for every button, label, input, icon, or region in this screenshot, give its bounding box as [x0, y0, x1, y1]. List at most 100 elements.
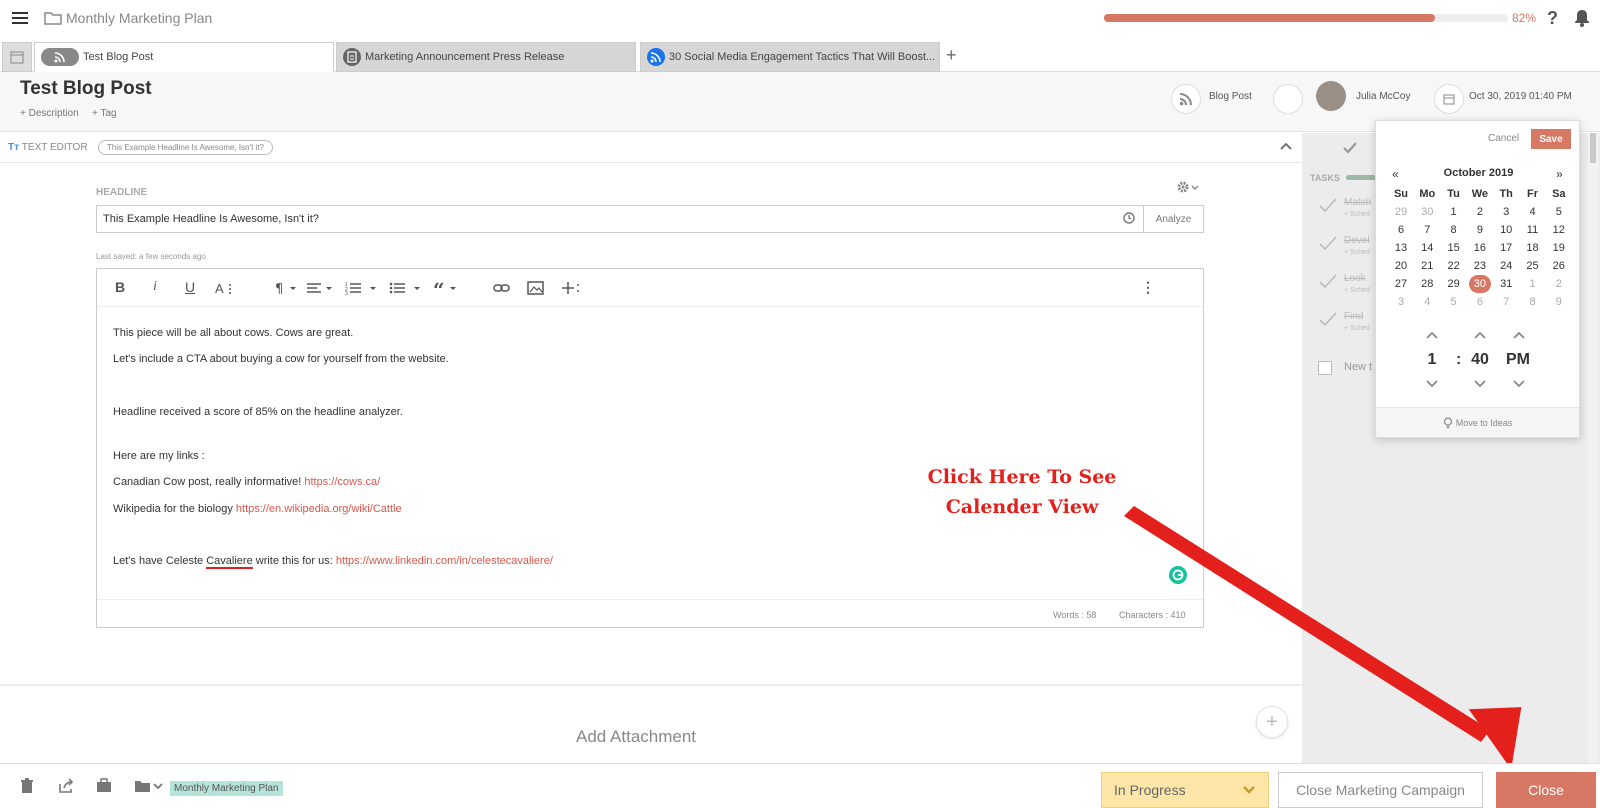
italic-button[interactable]: i — [153, 279, 157, 295]
calendar-day[interactable]: 29 — [1388, 203, 1414, 221]
task-item[interactable]: Find + Sched — [1318, 311, 1370, 332]
calendar-day[interactable]: 6 — [1388, 221, 1414, 239]
calendar-day[interactable]: 5 — [1441, 293, 1467, 311]
insert-more-icon[interactable] — [561, 281, 581, 295]
calendar-day[interactable]: 26 — [1546, 257, 1572, 275]
rich-text-editor[interactable]: B i U A ¶ 123 “ ⋮ This piece will be all… — [96, 268, 1204, 628]
image-icon[interactable] — [527, 281, 545, 295]
align-icon[interactable] — [307, 281, 335, 295]
calendar-day[interactable]: 18 — [1520, 239, 1546, 257]
minute-up-icon[interactable] — [1473, 331, 1487, 340]
calendar-day[interactable]: 4 — [1520, 203, 1546, 221]
add-tag-link[interactable]: + Tag — [92, 108, 117, 119]
headline-input[interactable] — [96, 205, 1144, 233]
calendar-day[interactable]: 29 — [1441, 275, 1467, 293]
link-wikipedia[interactable]: https://en.wikipedia.org/wiki/Cattle — [236, 503, 402, 515]
grammarly-icon[interactable] — [1169, 566, 1187, 584]
plan-title[interactable]: Monthly Marketing Plan — [66, 10, 212, 26]
add-attachment-button[interactable]: + — [1256, 706, 1288, 738]
minute-value[interactable]: 40 — [1462, 351, 1498, 369]
ampm-up-icon[interactable] — [1512, 331, 1526, 340]
calendar-day[interactable]: 16 — [1467, 239, 1493, 257]
add-attachment-label[interactable]: Add Attachment — [576, 727, 696, 747]
link-icon[interactable] — [493, 281, 511, 295]
close-button[interactable]: Close — [1496, 772, 1596, 808]
add-description-link[interactable]: + Description — [20, 108, 79, 119]
calendar-day[interactable]: 2 — [1546, 275, 1572, 293]
calendar-day[interactable]: 12 — [1546, 221, 1572, 239]
move-to-ideas-button[interactable]: Move to Ideas — [1376, 407, 1579, 437]
add-tab-button[interactable]: + — [946, 45, 957, 66]
calendar-day[interactable]: 13 — [1388, 239, 1414, 257]
calendar-icon[interactable] — [1434, 84, 1464, 114]
calendar-day[interactable]: 1 — [1441, 203, 1467, 221]
help-icon[interactable]: ? — [1547, 8, 1558, 29]
briefcase-icon[interactable] — [96, 778, 112, 794]
tab-press-release[interactable]: Marketing Announcement Press Release — [336, 42, 636, 72]
collapse-chevron-icon[interactable] — [1280, 141, 1292, 151]
history-icon[interactable] — [1122, 211, 1136, 225]
owner-name[interactable]: Julia McCoy — [1356, 91, 1410, 102]
bold-button[interactable]: B — [115, 279, 125, 295]
bell-icon[interactable] — [1574, 9, 1590, 27]
close-marketing-campaign-button[interactable]: Close Marketing Campaign — [1278, 772, 1483, 808]
calendar-day[interactable]: 7 — [1414, 221, 1440, 239]
calendar-day[interactable]: 25 — [1520, 257, 1546, 275]
calendar-day[interactable]: 2 — [1467, 203, 1493, 221]
calendar-day-selected[interactable]: 30 — [1467, 275, 1493, 293]
tab-social-media[interactable]: 30 Social Media Engagement Tactics That … — [640, 42, 940, 72]
more-options-icon[interactable]: ⋮ — [1141, 279, 1155, 296]
hour-down-icon[interactable] — [1425, 379, 1439, 388]
share-icon[interactable] — [58, 778, 74, 794]
calendar-day[interactable]: 20 — [1388, 257, 1414, 275]
spelling-flag[interactable]: Cavaliere — [206, 555, 253, 569]
calendar-day[interactable]: 14 — [1414, 239, 1440, 257]
campaign-tag[interactable]: Monthly Marketing Plan — [170, 781, 283, 796]
ordered-list-icon[interactable]: 123 — [345, 281, 379, 295]
unordered-list-icon[interactable] — [389, 281, 423, 295]
calendar-day[interactable]: 15 — [1441, 239, 1467, 257]
hour-value[interactable]: 1 — [1414, 351, 1450, 369]
tab-test-blog-post[interactable]: Test Blog Post — [34, 42, 334, 72]
new-task-input[interactable]: New t — [1344, 361, 1372, 373]
calendar-day[interactable]: 30 — [1414, 203, 1440, 221]
calendar-day[interactable]: 9 — [1467, 221, 1493, 239]
task-item[interactable]: Devel + Sched — [1318, 235, 1370, 256]
status-dropdown[interactable]: In Progress — [1101, 772, 1269, 808]
calendar-day[interactable]: 9 — [1546, 293, 1572, 311]
calendar-day[interactable]: 11 — [1520, 221, 1546, 239]
calendar-day[interactable]: 3 — [1388, 293, 1414, 311]
quote-icon[interactable]: “ — [433, 281, 461, 295]
calendar-day[interactable]: 10 — [1493, 221, 1519, 239]
link-linkedin[interactable]: https://www.linkedin.com/in/celestecaval… — [336, 555, 553, 567]
rss-icon[interactable] — [1171, 84, 1201, 114]
calendar-day[interactable]: 4 — [1414, 293, 1440, 311]
calendar-day[interactable]: 31 — [1493, 275, 1519, 293]
calendar-day[interactable]: 8 — [1441, 221, 1467, 239]
ampm-down-icon[interactable] — [1512, 379, 1526, 388]
scrollbar[interactable] — [1588, 133, 1598, 763]
due-date[interactable]: Oct 30, 2019 01:40 PM — [1469, 91, 1572, 102]
folder-dropdown-icon[interactable] — [134, 778, 164, 794]
calendar-day[interactable]: 27 — [1388, 275, 1414, 293]
trash-icon[interactable] — [20, 778, 34, 794]
calendar-day[interactable]: 23 — [1467, 257, 1493, 275]
calendar-day[interactable]: 1 — [1520, 275, 1546, 293]
calendar-day[interactable]: 19 — [1546, 239, 1572, 257]
hamburger-menu-icon[interactable] — [10, 8, 30, 28]
calendar-day[interactable]: 17 — [1493, 239, 1519, 257]
analyze-button[interactable]: Analyze — [1144, 205, 1204, 233]
calendar-day[interactable]: 3 — [1493, 203, 1519, 221]
calendar-day[interactable]: 6 — [1467, 293, 1493, 311]
calendar-day[interactable]: 24 — [1493, 257, 1519, 275]
calendar-day[interactable]: 21 — [1414, 257, 1440, 275]
avatar[interactable] — [1316, 81, 1346, 111]
calendar-tab[interactable] — [2, 42, 32, 72]
new-task-checkbox[interactable] — [1318, 361, 1332, 375]
ampm-value[interactable]: PM — [1498, 351, 1538, 369]
link-cows[interactable]: https://cows.ca/ — [304, 476, 380, 488]
calendar-day[interactable]: 22 — [1441, 257, 1467, 275]
underline-button[interactable]: U — [185, 279, 195, 295]
page-title[interactable]: Test Blog Post — [20, 78, 152, 100]
task-item[interactable]: Match + Sched — [1318, 197, 1371, 218]
